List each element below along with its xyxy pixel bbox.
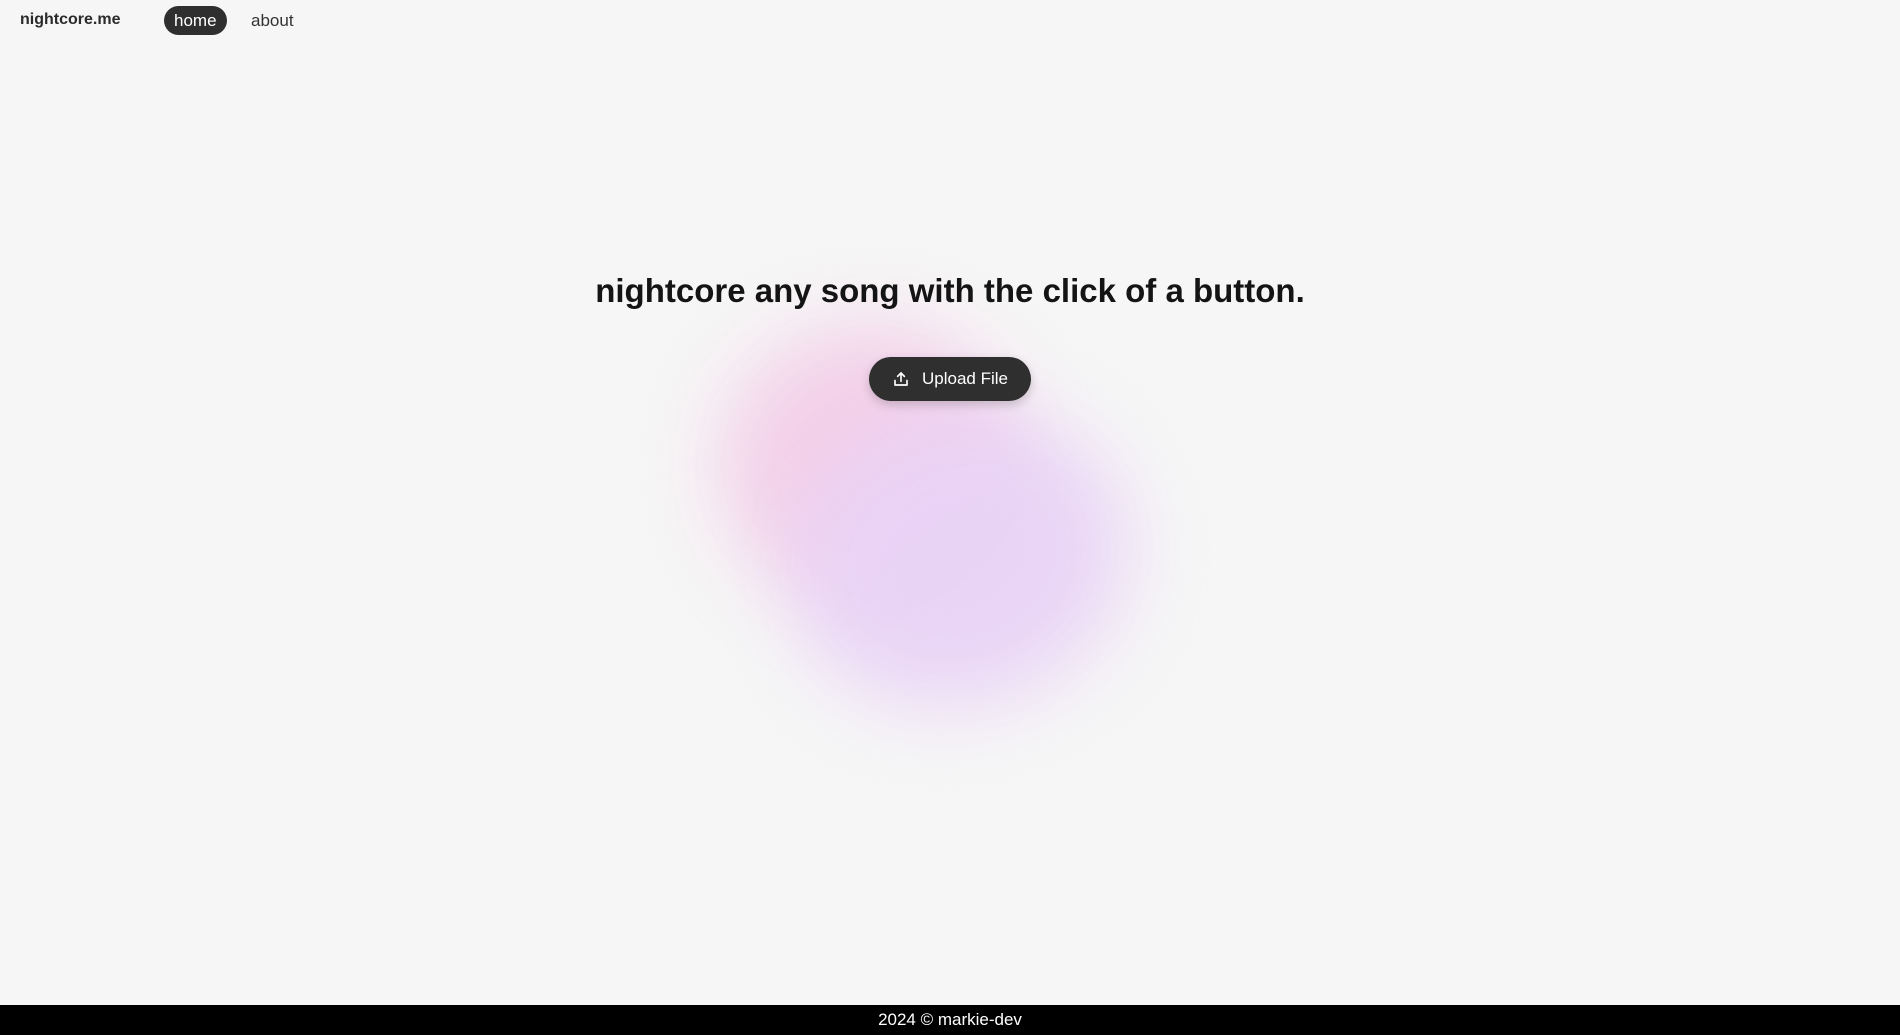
upload-file-label: Upload File: [922, 369, 1008, 388]
top-nav-bar: nightcore.me home about: [0, 0, 1900, 40]
brand-link[interactable]: nightcore.me: [20, 10, 120, 30]
decorative-purple-blob: [753, 369, 1167, 751]
nav-about-link[interactable]: about: [241, 6, 304, 35]
nav-home-link[interactable]: home: [164, 6, 227, 35]
footer-copyright: 2024 © markie-dev: [878, 1010, 1022, 1029]
footer: 2024 © markie-dev: [0, 1005, 1900, 1035]
hero-title: nightcore any song with the click of a b…: [595, 272, 1305, 309]
upload-file-button[interactable]: Upload File: [869, 357, 1031, 401]
upload-icon: [894, 372, 908, 386]
